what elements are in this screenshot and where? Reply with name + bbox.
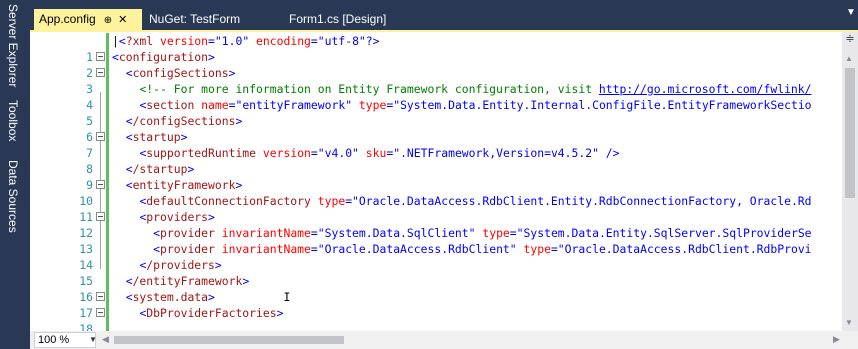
code-line: 18 <DbProviderFactories> [30,305,842,331]
code-line: 7 <startup> [30,129,842,160]
code-line: 17 <system.data> I [30,289,842,320]
line-number: 18 [79,322,93,331]
collapse-toggle-icon[interactable] [96,212,105,221]
zoom-dropdown[interactable]: 100 % ▼ [34,332,97,348]
code-line: 13 <provider invariantName="System.Data.… [30,225,842,256]
collapse-toggle-icon[interactable] [96,52,105,61]
scroll-down-icon[interactable]: ▼ [845,318,853,327]
tab-label: Form1.cs [Design] [289,12,387,26]
tab-label: NuGet: TestForm [149,12,241,26]
vertical-scroll-thumb[interactable] [845,68,855,198]
chevron-down-icon[interactable]: ▼ [89,333,97,347]
code-line: 1 |<?xml version="1.0" encoding="utf-8"?… [30,33,842,64]
code-line: 16 </entityFramework> [30,273,842,304]
document-tab-bar: App.config ⊕ ✕ NuGet: TestForm Form1.cs [D… [30,0,858,30]
close-icon[interactable]: ✕ [118,14,127,26]
code-line: 2 <configuration> [30,49,842,80]
editor-lines[interactable]: 1 |<?xml version="1.0" encoding="utf-8"?… [30,33,842,331]
toolbox-tab[interactable]: Toolbox [3,100,23,141]
code-line: 14 <provider invariantName="Oracle.DataA… [30,241,842,272]
collapse-toggle-icon[interactable] [96,292,105,301]
code-editor[interactable]: 1 |<?xml version="1.0" encoding="utf-8"?… [30,32,858,331]
code-line: 6 </configSections> [30,113,842,144]
zoom-level: 100 % [38,334,70,346]
scroll-right-icon[interactable]: ▶ [833,334,840,345]
data-sources-tab[interactable]: Data Sources [3,160,23,233]
code-line: 3 <configSections> [30,65,842,96]
horizontal-scroll-thumb[interactable] [114,336,344,344]
code-line: 15 </providers> [30,257,842,288]
dropdown-arrow-icon[interactable]: ▼ [846,7,856,18]
fwlink-url[interactable]: http://go.microsoft.com/fwlink/ [599,82,812,96]
ibeam-cursor-icon: I [283,290,291,304]
code-line: 10 <entityFramework> [30,177,842,208]
pin-icon[interactable]: ⊕ [104,15,112,26]
server-explorer-tab[interactable]: Server Explorer [3,4,23,87]
split-window-icon[interactable]: ≑ [844,32,856,46]
code-line: 9 </startup> [30,161,842,192]
code-line: 8 <supportedRuntime version="v4.0" sku="… [30,145,842,176]
scroll-up-icon[interactable]: ▲ [845,54,853,63]
code-line: 4 <!-- For more information on Entity Fr… [30,81,842,112]
tab-form1-design[interactable]: Form1.cs [Design] [284,9,414,30]
code-line: 5 <section name="entityFramework" type="… [30,97,842,128]
vertical-scrollbar[interactable]: ≑ ▲ ▼ [842,32,858,331]
tab-nuget-testform[interactable]: NuGet: TestForm [144,9,276,30]
tab-label: App.config [39,12,96,26]
collapse-toggle-icon[interactable] [96,132,105,141]
tab-app-config[interactable]: App.config ⊕ ✕ [34,9,142,30]
editor-bottom-bar: 100 % ▼ ◀ ▶ [30,331,858,349]
collapse-toggle-icon[interactable] [96,68,105,77]
collapse-toggle-icon[interactable] [96,180,105,189]
code-line: 11 <defaultConnectionFactory type="Oracl… [30,193,842,224]
code-line: 12 <providers> [30,209,842,240]
side-tool-strip: Server Explorer Toolbox Data Sources [0,0,30,349]
collapse-toggle-icon[interactable] [96,308,105,317]
scroll-left-icon[interactable]: ◀ [102,334,109,345]
